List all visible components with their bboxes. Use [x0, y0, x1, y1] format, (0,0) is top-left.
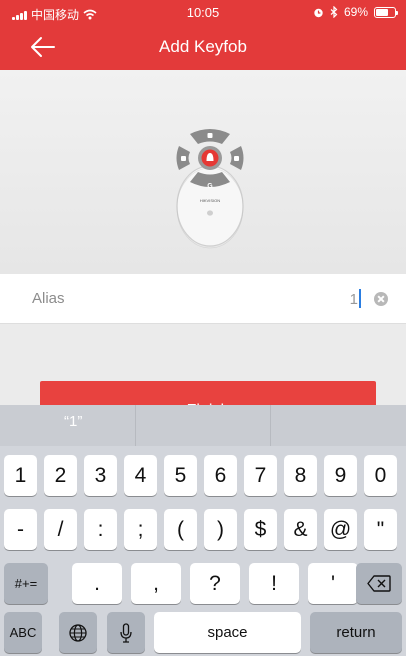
keyboard-suggestion-bar: “1” [0, 405, 406, 446]
key-9[interactable]: 9 [324, 455, 357, 496]
clear-input-icon[interactable] [374, 292, 388, 306]
key-3[interactable]: 3 [84, 455, 117, 496]
battery-icon [374, 6, 398, 18]
key-abc[interactable]: ABC [4, 612, 42, 653]
page-title: Add Keyfob [159, 37, 247, 56]
key-exclamation[interactable]: ! [249, 563, 299, 604]
key-question[interactable]: ? [190, 563, 240, 604]
key-return[interactable]: return [310, 612, 402, 653]
key-2[interactable]: 2 [44, 455, 77, 496]
key-open-paren[interactable]: ( [164, 509, 197, 550]
alias-input[interactable] [238, 286, 358, 312]
keyboard: “1” 1 2 3 4 5 6 7 8 9 0 - / : ; ( ) $ & … [0, 405, 406, 656]
key-5[interactable]: 5 [164, 455, 197, 496]
key-globe[interactable] [59, 612, 97, 653]
alias-row: Alias [0, 274, 406, 324]
key-apostrophe[interactable]: ' [308, 563, 358, 604]
suggestion-2[interactable] [134, 405, 271, 446]
key-close-paren[interactable]: ) [204, 509, 237, 550]
key-4[interactable]: 4 [124, 455, 157, 496]
globe-icon [69, 623, 87, 642]
key-quote[interactable]: " [364, 509, 397, 550]
svg-text:G: G [207, 183, 213, 190]
key-microphone[interactable] [107, 612, 145, 653]
key-colon[interactable]: : [84, 509, 117, 550]
device-image-area: G HIKVISION [0, 70, 406, 274]
alarm-clock-icon [314, 8, 323, 17]
key-at[interactable]: @ [324, 509, 357, 550]
key-slash[interactable]: / [44, 509, 77, 550]
nav-bar: Add Keyfob [0, 24, 406, 70]
key-1[interactable]: 1 [4, 455, 37, 496]
microphone-icon [120, 622, 132, 643]
status-right: 69% [313, 5, 398, 19]
key-semicolon[interactable]: ; [124, 509, 157, 550]
key-comma[interactable]: , [131, 563, 181, 604]
battery-percent: 69% [343, 5, 368, 19]
suggestion-1[interactable]: “1” [0, 405, 135, 446]
key-symbols[interactable]: #+= [4, 563, 48, 604]
key-delete[interactable] [356, 563, 402, 604]
keyfob-image: G HIKVISION [176, 129, 244, 249]
keyfob-brand-text: HIKVISION [200, 198, 220, 203]
text-cursor [359, 289, 361, 308]
suggestion-3[interactable] [270, 405, 406, 446]
top-bar: 中国移动 10:05 69% Add Keyfob [0, 0, 406, 70]
status-bar: 中国移动 10:05 69% [0, 0, 406, 24]
backspace-icon [367, 575, 391, 592]
key-dollar[interactable]: $ [244, 509, 277, 550]
key-6[interactable]: 6 [204, 455, 237, 496]
key-space[interactable]: space [154, 612, 301, 653]
key-period[interactable]: . [72, 563, 122, 604]
alias-label: Alias [32, 290, 65, 307]
bluetooth-icon [330, 6, 338, 18]
key-0[interactable]: 0 [364, 455, 397, 496]
battery-fill [376, 8, 389, 16]
key-7[interactable]: 7 [244, 455, 277, 496]
key-hyphen[interactable]: - [4, 509, 37, 550]
key-8[interactable]: 8 [284, 455, 317, 496]
key-ampersand[interactable]: & [284, 509, 317, 550]
